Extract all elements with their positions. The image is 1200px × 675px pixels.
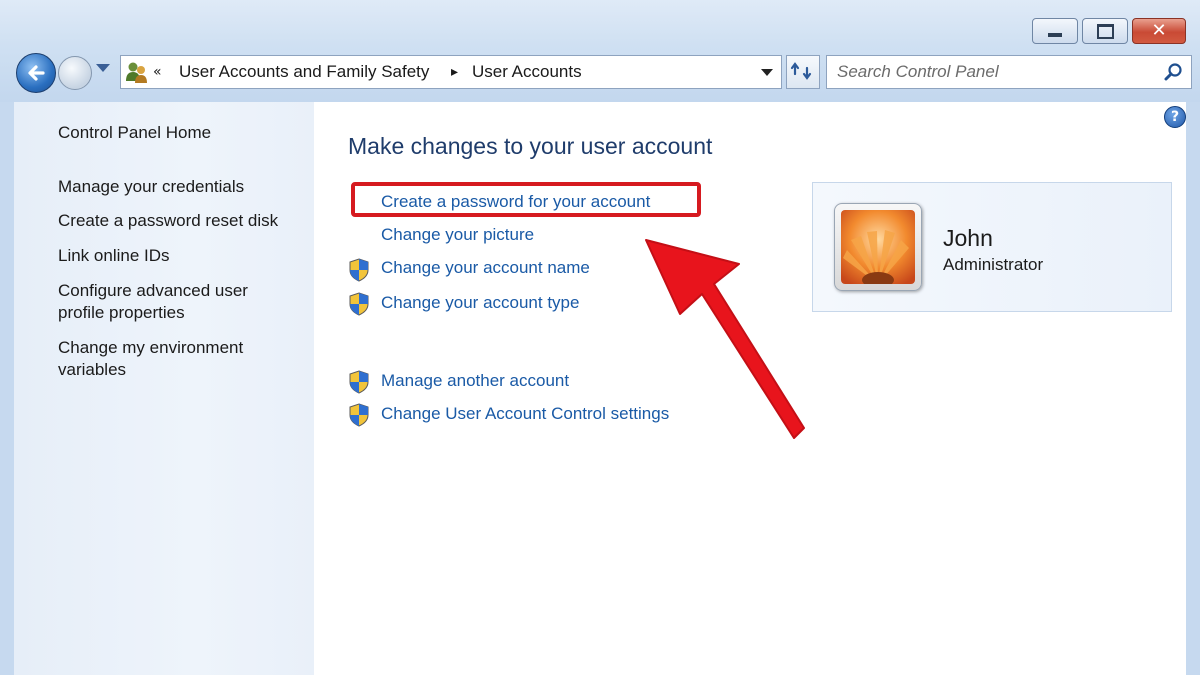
address-bar[interactable]: « User Accounts and Family Safety ▸ User… (120, 55, 782, 89)
uac-shield-icon (349, 403, 369, 427)
user-role: Administrator (943, 255, 1044, 274)
main-content: ? Make changes to your user account Crea… (314, 102, 1186, 675)
breadcrumb-user-accounts-family-safety[interactable]: User Accounts and Family Safety (179, 56, 429, 88)
sidebar-item-advanced-profile[interactable]: Configure advanced user profile properti… (58, 280, 273, 324)
uac-shield-icon (349, 292, 369, 316)
back-arrow-icon (28, 65, 45, 81)
link-change-account-type[interactable]: Change your account type (381, 293, 579, 313)
forward-button[interactable] (58, 56, 92, 90)
user-account-card: John Administrator (812, 182, 1172, 312)
window-frame-left (0, 102, 14, 675)
help-button[interactable]: ? (1164, 106, 1186, 128)
link-change-account-name[interactable]: Change your account name (381, 258, 590, 278)
recent-pages-dropdown-icon[interactable] (96, 64, 110, 72)
uac-shield-icon (349, 370, 369, 394)
maximize-button[interactable] (1082, 18, 1128, 44)
link-change-picture[interactable]: Change your picture (381, 225, 534, 245)
annotation-arrow (645, 239, 805, 439)
title-bar: ✕ « User Accounts and Family Safety ▸ Us… (0, 0, 1200, 102)
address-dropdown-icon[interactable] (761, 69, 773, 76)
link-create-password[interactable]: Create a password for your account (381, 192, 650, 212)
avatar[interactable] (834, 203, 922, 291)
close-button[interactable]: ✕ (1132, 18, 1186, 44)
sidebar-item-link-online-ids[interactable]: Link online IDs (58, 245, 303, 267)
minimize-button[interactable] (1032, 18, 1078, 44)
search-icon[interactable] (1163, 61, 1185, 83)
search-placeholder: Search Control Panel (837, 62, 999, 81)
sidebar-item-environment-variables[interactable]: Change my environment variables (58, 337, 273, 381)
task-sidebar: Control Panel Home Manage your credentia… (14, 102, 314, 675)
link-uac-settings[interactable]: Change User Account Control settings (381, 404, 669, 424)
search-box[interactable]: Search Control Panel (826, 55, 1192, 89)
breadcrumb-separator[interactable]: ▸ (451, 56, 458, 88)
control-panel-window: ✕ « User Accounts and Family Safety ▸ Us… (0, 0, 1200, 675)
window-frame-right (1186, 102, 1200, 675)
user-name: John (943, 225, 993, 251)
navigation-bar: « User Accounts and Family Safety ▸ User… (12, 50, 1192, 94)
maximize-icon (1096, 23, 1114, 39)
link-manage-another-account[interactable]: Manage another account (381, 371, 569, 391)
breadcrumb-user-accounts[interactable]: User Accounts (472, 56, 582, 88)
refresh-button[interactable] (786, 55, 820, 89)
sidebar-item-manage-credentials[interactable]: Manage your credentials (58, 176, 303, 198)
flower-picture-icon (841, 210, 915, 284)
sidebar-item-password-reset-disk[interactable]: Create a password reset disk (58, 210, 303, 232)
sidebar-item-control-panel-home[interactable]: Control Panel Home (58, 122, 303, 144)
window-controls: ✕ (1028, 18, 1186, 44)
page-title: Make changes to your user account (348, 133, 713, 159)
close-icon: ✕ (1151, 20, 1167, 41)
back-button[interactable] (16, 53, 56, 93)
refresh-icon (790, 62, 812, 80)
minimize-icon (1048, 33, 1062, 37)
uac-shield-icon (349, 258, 369, 282)
user-accounts-icon (126, 62, 147, 83)
breadcrumb-overflow-button[interactable]: « (153, 56, 162, 88)
